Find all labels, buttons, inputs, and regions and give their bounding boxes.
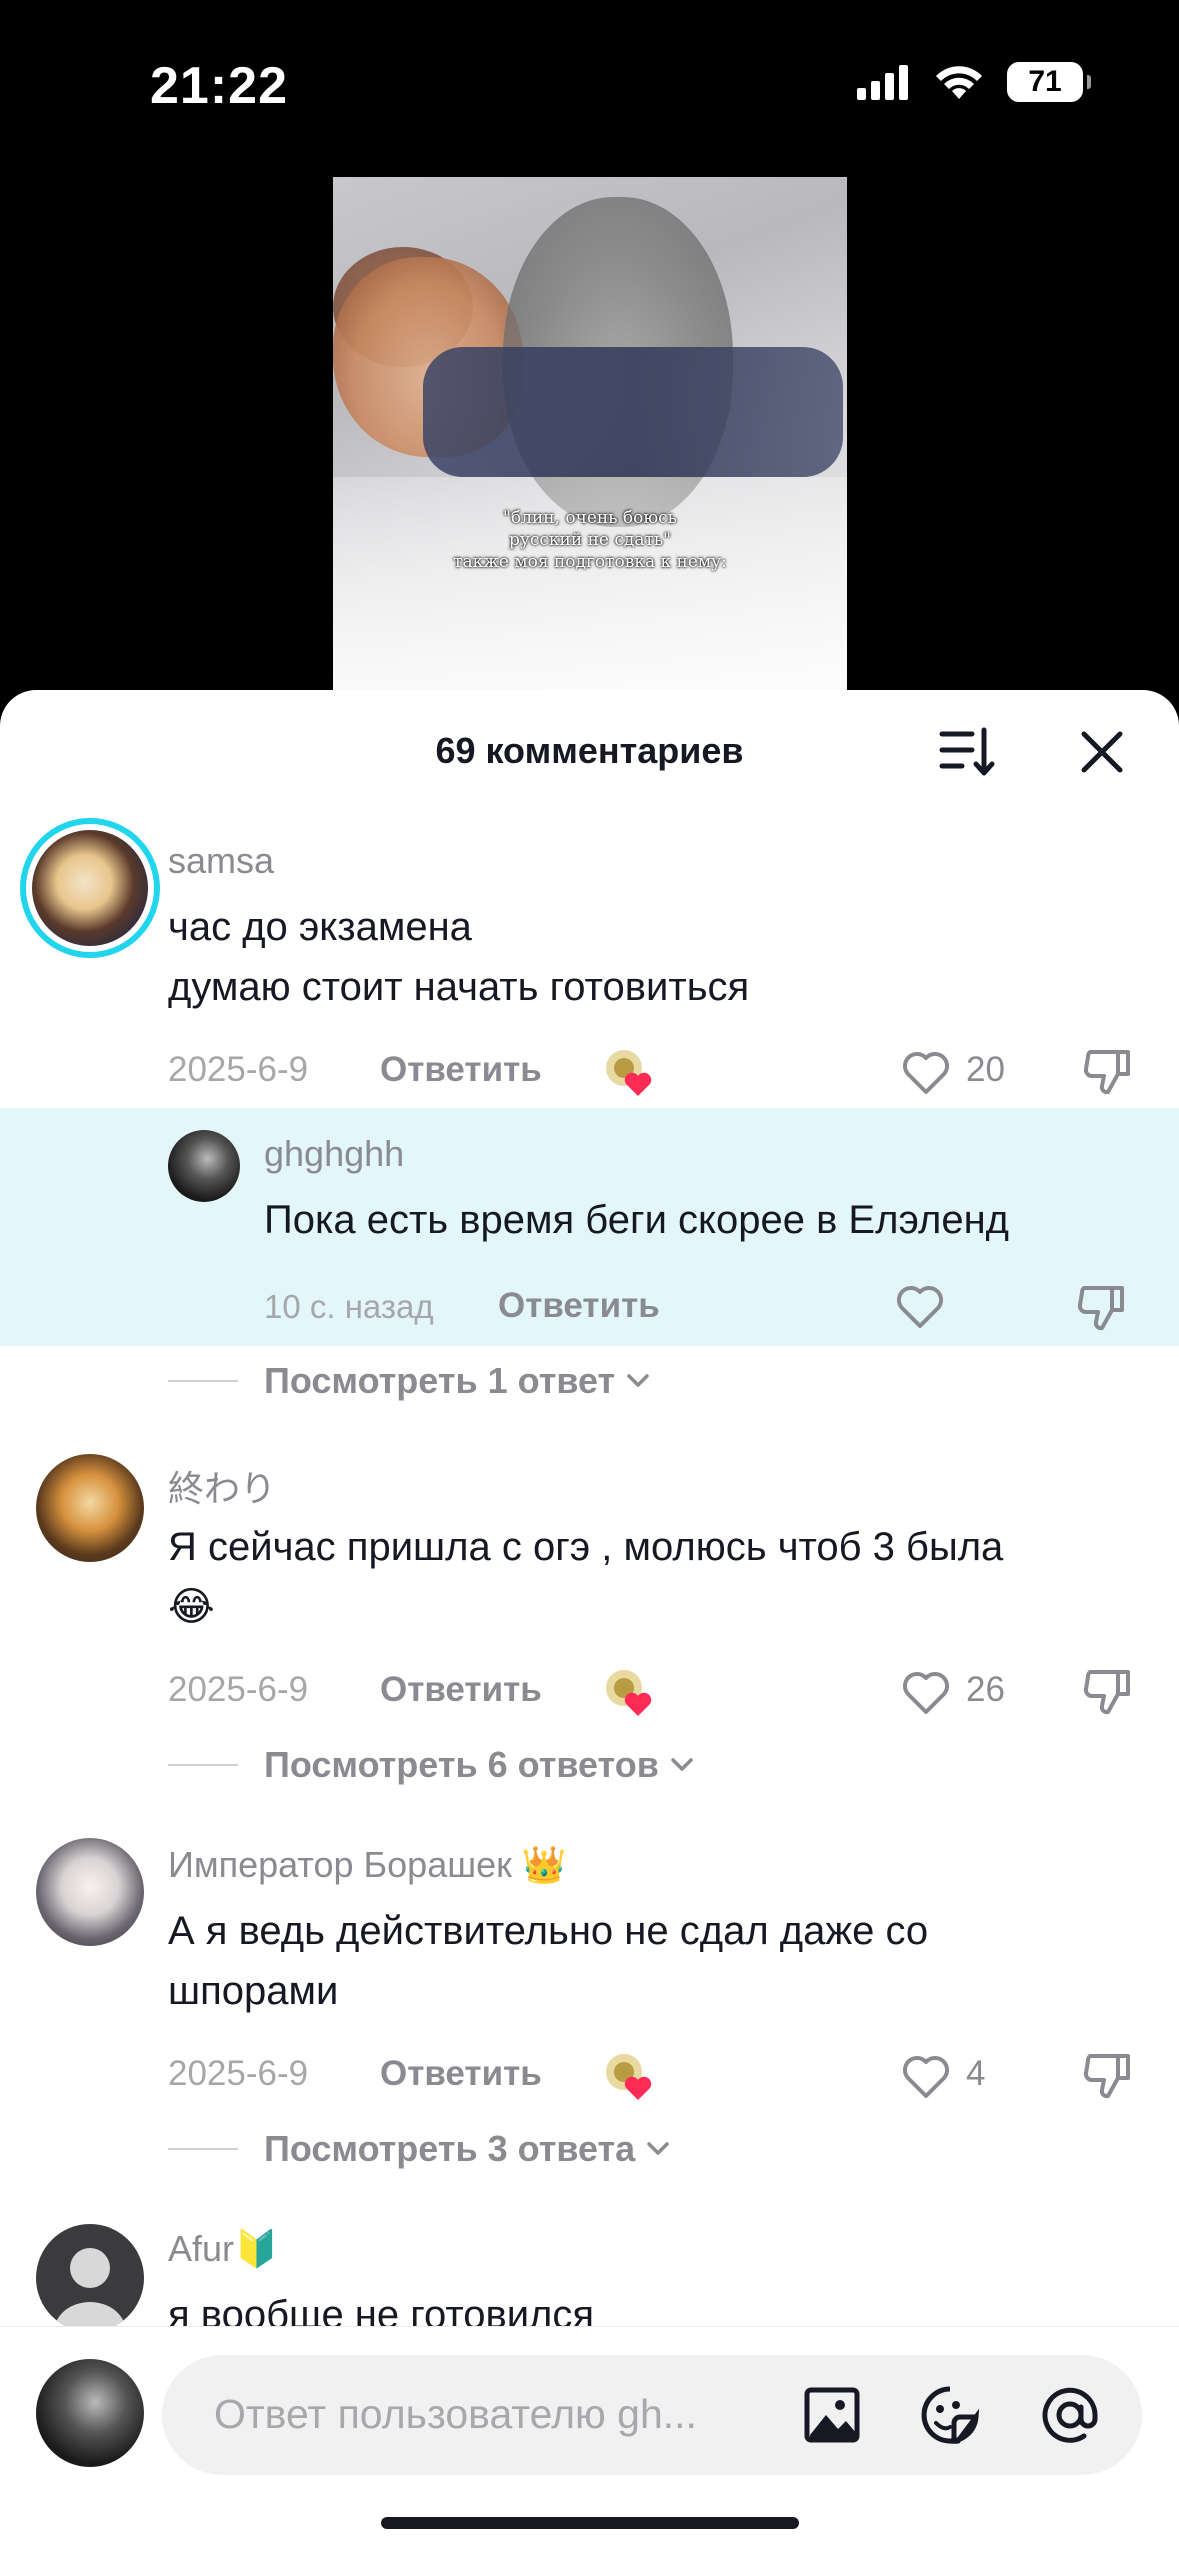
view-replies-label: Посмотреть 6 ответов — [264, 1744, 659, 1785]
view-replies-label: Посмотреть 1 ответ — [264, 1360, 616, 1401]
comment-text-line: 😂 — [168, 1585, 215, 1629]
view-replies-label: Посмотреть 3 ответа — [264, 2128, 636, 2169]
chevron-down-icon — [627, 1374, 649, 1387]
avatar[interactable] — [20, 818, 160, 958]
comment-date: 2025-6-9 — [168, 2054, 309, 2093]
battery-icon: 71 — [1007, 62, 1091, 102]
status-icons: 71 — [855, 62, 1091, 102]
dislike-icon[interactable] — [1080, 1664, 1134, 1718]
cellular-signal-icon — [857, 65, 908, 100]
comment-text: А я ведь действительно не сдал даже со ш… — [168, 1901, 928, 2021]
video-caption: "блин, очень боюсь русский не сдать" так… — [333, 507, 847, 573]
view-replies-button[interactable]: Посмотреть 1 ответ — [168, 1360, 651, 1402]
home-indicator[interactable] — [381, 2517, 799, 2529]
caption-line: русский не сдать" — [508, 530, 671, 550]
comment-text: Пока есть время беги скорее в Елэленд — [264, 1190, 1009, 1250]
comment-text-line: час до экзамена — [168, 905, 472, 949]
reply-input-placeholder: Ответ пользователю gh... — [214, 2391, 697, 2437]
like-count: 4 — [966, 2054, 986, 2093]
wifi-icon — [936, 66, 982, 99]
comment-text: Я сейчас пришла с огэ , молюсь чтоб 3 бы… — [168, 1517, 1003, 1637]
reply-button[interactable]: Ответить — [380, 1670, 542, 1710]
image-icon[interactable] — [802, 2385, 862, 2445]
current-user-avatar[interactable] — [36, 2359, 144, 2467]
comment-date: 2025-6-9 — [168, 1670, 309, 1709]
comment-text-line: Я сейчас пришла с огэ , молюсь чтоб 3 бы… — [168, 1525, 1004, 1569]
like-count: 20 — [966, 1050, 1005, 1089]
comments-count-title: 69 комментариев — [435, 730, 744, 771]
like-heart-icon[interactable] — [900, 2050, 952, 2102]
comment-text-line: Пока есть время беги скорее в Елэленд — [264, 1198, 1009, 1242]
reply-input[interactable]: Ответ пользователю gh... — [162, 2355, 1142, 2475]
dislike-icon[interactable] — [1080, 2048, 1134, 2102]
user-silhouette-icon — [54, 2248, 126, 2332]
comment-username[interactable]: samsa — [168, 840, 274, 882]
comment-username[interactable]: Император Борашек 👑 — [168, 1844, 567, 1886]
comment-text-line: думаю стоит начать готовиться — [168, 965, 750, 1009]
video-preview[interactable]: "блин, очень боюсь русский не сдать" так… — [333, 177, 847, 697]
comment-text-line: шпорами — [168, 1969, 339, 2013]
reply-button[interactable]: Ответить — [498, 1286, 660, 1326]
view-replies-button[interactable]: Посмотреть 3 ответа — [168, 2128, 671, 2170]
video-figure — [423, 347, 843, 477]
emoji-sticker-icon[interactable] — [918, 2383, 982, 2447]
dislike-icon[interactable] — [1080, 1044, 1134, 1098]
like-heart-icon[interactable] — [900, 1046, 952, 1098]
comment-username[interactable]: 終わり — [168, 1460, 276, 1512]
comments-sheet: 69 комментариев samsa час до экзамена ду… — [0, 690, 1179, 2556]
avatar[interactable] — [168, 1130, 240, 1202]
avatar[interactable] — [36, 1838, 144, 1946]
close-icon[interactable] — [1076, 726, 1128, 778]
creator-liked-icon — [606, 1670, 652, 1716]
mention-icon[interactable] — [1038, 2383, 1102, 2447]
avatar[interactable] — [36, 1454, 144, 1562]
dislike-icon[interactable] — [1074, 1280, 1128, 1334]
reply-button[interactable]: Ответить — [380, 1050, 542, 1090]
comment-username[interactable]: Afur🔰 — [168, 2228, 279, 2270]
reply-input-bar: Ответ пользователю gh... — [0, 2326, 1179, 2556]
creator-liked-icon — [606, 1050, 652, 1096]
caption-line: также моя подготовка к нему: — [453, 552, 727, 572]
sort-icon[interactable] — [938, 724, 998, 780]
comment-date: 2025-6-9 — [168, 1050, 309, 1089]
view-replies-button[interactable]: Посмотреть 6 ответов — [168, 1744, 695, 1786]
creator-liked-icon — [606, 2054, 652, 2100]
comment-text-line: А я ведь действительно не сдал даже со — [168, 1909, 929, 1953]
chevron-down-icon — [671, 1758, 693, 1771]
comment-text: час до экзамена думаю стоит начать готов… — [168, 897, 749, 1017]
like-heart-icon[interactable] — [894, 1280, 946, 1332]
sheet-header: 69 комментариев — [0, 690, 1179, 810]
chevron-down-icon — [647, 2142, 669, 2155]
like-heart-icon[interactable] — [900, 1666, 952, 1718]
caption-line: "блин, очень боюсь — [503, 508, 677, 528]
reply-button[interactable]: Ответить — [380, 2054, 542, 2094]
default-avatar[interactable] — [36, 2224, 144, 2332]
status-time: 21:22 — [150, 57, 288, 115]
comment-username[interactable]: ghghghh — [264, 1133, 404, 1175]
like-count: 26 — [966, 1670, 1005, 1709]
comment-date: 10 с. назад — [264, 1288, 434, 1325]
